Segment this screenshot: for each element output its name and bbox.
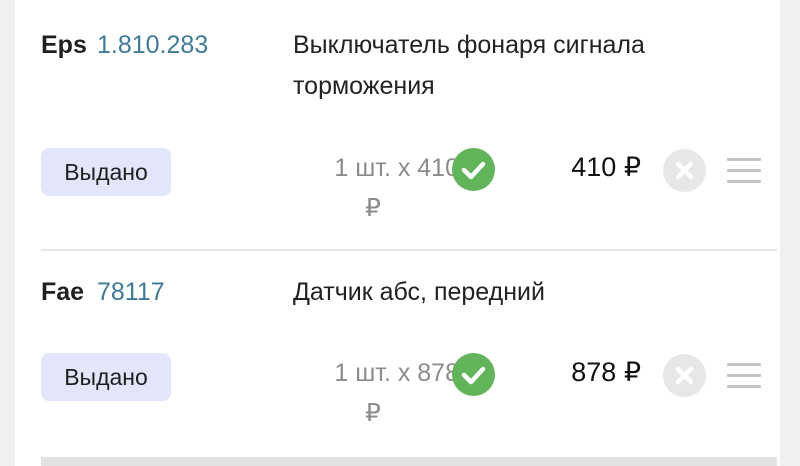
close-icon[interactable]: [663, 354, 706, 397]
list-item: Fae 78117 Датчик абс, передний Выдано 1 …: [15, 251, 780, 457]
item-quantity: 1 шт. x 410 ₽: [281, 148, 459, 228]
item-price: 878 ₽: [571, 357, 641, 387]
quantity-text: 1 шт. x 878: [334, 359, 459, 387]
order-items-card: Eps 1.810.283 Выключатель фонаря сигнала…: [15, 0, 780, 466]
item-code[interactable]: 78117: [97, 278, 165, 307]
item-name: Выключатель фонаря сигнала торможения: [293, 31, 645, 100]
check-icon[interactable]: [452, 148, 495, 191]
drag-handle-icon[interactable]: [727, 158, 761, 184]
currency-sign: ₽: [365, 194, 381, 222]
item-quantity: 1 шт. x 878 ₽: [281, 353, 459, 433]
item-brand: Eps: [41, 31, 87, 59]
currency-sign: ₽: [365, 399, 381, 427]
status-badge: Выдано: [41, 148, 171, 196]
check-icon[interactable]: [452, 353, 495, 396]
list-item: Eps 1.810.283 Выключатель фонаря сигнала…: [15, 0, 780, 250]
divider: [41, 457, 777, 466]
status-badge: Выдано: [41, 353, 171, 401]
item-code[interactable]: 1.810.283: [97, 31, 208, 60]
item-brand: Fae: [41, 278, 85, 306]
item-price: 410 ₽: [571, 152, 641, 182]
item-name: Датчик абс, передний: [293, 278, 545, 306]
drag-handle-icon[interactable]: [727, 363, 761, 389]
quantity-text: 1 шт. x 410: [334, 154, 459, 182]
close-icon[interactable]: [663, 149, 706, 192]
